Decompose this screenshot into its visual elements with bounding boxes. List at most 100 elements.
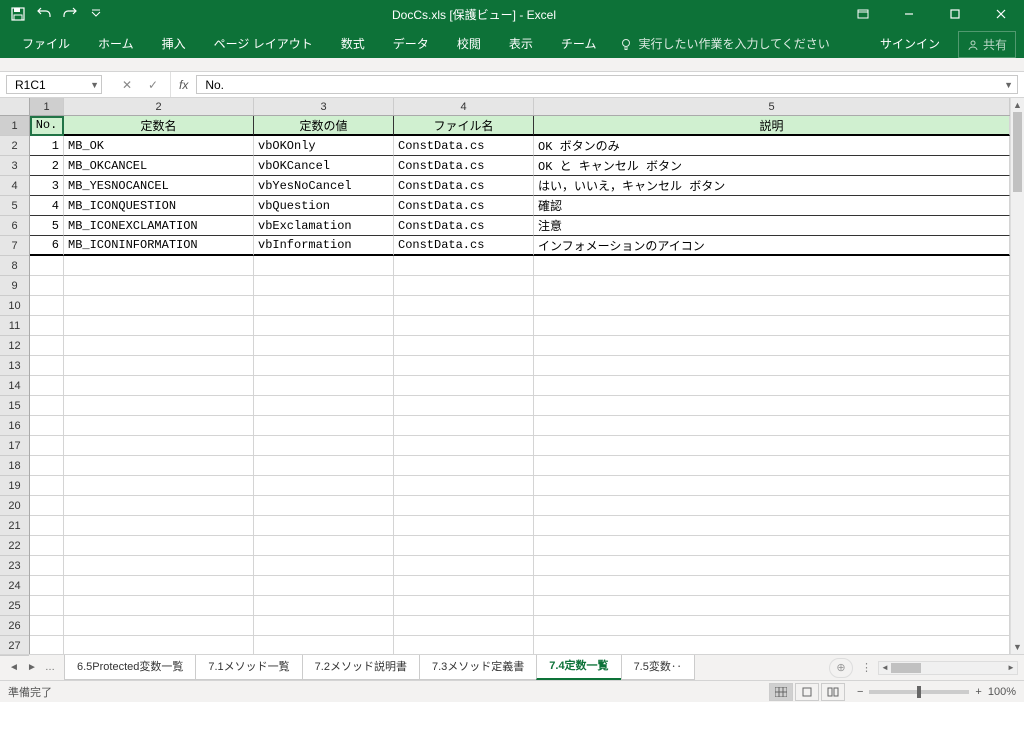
cell[interactable]: OK と キャンセル ボタン <box>534 156 1010 176</box>
ribbon-tab[interactable]: 表示 <box>495 29 547 58</box>
cell[interactable] <box>534 536 1010 556</box>
cell[interactable] <box>64 576 254 596</box>
cell[interactable] <box>254 356 394 376</box>
cell[interactable] <box>64 596 254 616</box>
cell[interactable] <box>254 596 394 616</box>
cell[interactable] <box>534 476 1010 496</box>
cell[interactable]: 5 <box>30 216 64 236</box>
cell[interactable] <box>64 616 254 636</box>
table-header-cell[interactable]: 定数名 <box>64 116 254 136</box>
cell[interactable] <box>64 436 254 456</box>
row-header[interactable]: 13 <box>0 356 29 376</box>
close-button[interactable] <box>978 0 1024 28</box>
row-header[interactable]: 19 <box>0 476 29 496</box>
cell[interactable] <box>394 296 534 316</box>
cell[interactable] <box>64 316 254 336</box>
cell[interactable] <box>254 576 394 596</box>
cell[interactable] <box>30 576 64 596</box>
cell[interactable]: MB_ICONQUESTION <box>64 196 254 216</box>
minimize-button[interactable] <box>886 0 932 28</box>
cell[interactable] <box>254 476 394 496</box>
row-header[interactable]: 21 <box>0 516 29 536</box>
cell[interactable] <box>394 536 534 556</box>
cell[interactable] <box>534 256 1010 276</box>
cell[interactable] <box>394 516 534 536</box>
cell-grid[interactable]: No.定数名定数の値ファイル名説明1MB_OKvbOKOnlyConstData… <box>30 116 1010 654</box>
page-layout-view-button[interactable] <box>795 683 819 701</box>
cell[interactable]: MB_YESNOCANCEL <box>64 176 254 196</box>
cell[interactable] <box>394 376 534 396</box>
cell[interactable] <box>254 556 394 576</box>
ribbon-tab[interactable]: データ <box>379 29 443 58</box>
ribbon-display-button[interactable] <box>840 0 886 28</box>
cell[interactable]: ConstData.cs <box>394 136 534 156</box>
row-header[interactable]: 8 <box>0 256 29 276</box>
row-header[interactable]: 14 <box>0 376 29 396</box>
row-header[interactable]: 22 <box>0 536 29 556</box>
row-header[interactable]: 1 <box>0 116 29 136</box>
cell[interactable] <box>534 556 1010 576</box>
maximize-button[interactable] <box>932 0 978 28</box>
cell[interactable] <box>64 336 254 356</box>
qat-customize-button[interactable] <box>84 2 108 26</box>
cell[interactable] <box>534 356 1010 376</box>
row-header[interactable]: 23 <box>0 556 29 576</box>
zoom-out-button[interactable]: − <box>857 686 863 698</box>
cell[interactable] <box>254 616 394 636</box>
cell[interactable] <box>30 356 64 376</box>
cell[interactable] <box>394 356 534 376</box>
cell[interactable] <box>30 636 64 654</box>
cell[interactable] <box>30 316 64 336</box>
row-header[interactable]: 16 <box>0 416 29 436</box>
scroll-down-icon[interactable]: ▼ <box>1011 640 1024 654</box>
cell[interactable] <box>254 636 394 654</box>
cell[interactable]: ConstData.cs <box>394 176 534 196</box>
cell[interactable] <box>30 436 64 456</box>
save-button[interactable] <box>6 2 30 26</box>
sheet-tab[interactable]: 7.2メソッド説明書 <box>302 655 420 680</box>
row-header[interactable]: 27 <box>0 636 29 656</box>
cell[interactable] <box>534 376 1010 396</box>
cell[interactable] <box>30 296 64 316</box>
cell[interactable] <box>64 256 254 276</box>
select-all-corner[interactable] <box>0 98 30 115</box>
cell[interactable] <box>534 396 1010 416</box>
zoom-level[interactable]: 100% <box>988 686 1016 698</box>
vertical-scrollbar[interactable]: ▲ ▼ <box>1010 98 1024 654</box>
cell[interactable] <box>534 416 1010 436</box>
scroll-thumb[interactable] <box>1013 112 1022 192</box>
column-header[interactable]: 5 <box>534 98 1010 115</box>
cell[interactable] <box>30 476 64 496</box>
cell[interactable] <box>394 256 534 276</box>
row-header[interactable]: 9 <box>0 276 29 296</box>
redo-button[interactable] <box>58 2 82 26</box>
cell[interactable] <box>254 376 394 396</box>
cell[interactable] <box>30 536 64 556</box>
cell[interactable] <box>30 556 64 576</box>
cell[interactable] <box>534 616 1010 636</box>
cell[interactable] <box>254 276 394 296</box>
cell[interactable] <box>64 376 254 396</box>
new-sheet-button[interactable]: ⊕ <box>829 658 853 678</box>
cell[interactable]: 4 <box>30 196 64 216</box>
cell[interactable] <box>534 516 1010 536</box>
cell[interactable] <box>254 436 394 456</box>
ribbon-tab[interactable]: 校閲 <box>443 29 495 58</box>
column-header[interactable]: 4 <box>394 98 534 115</box>
signin-link[interactable]: サインイン <box>870 29 950 58</box>
table-header-cell[interactable]: No. <box>30 116 64 136</box>
cell[interactable] <box>394 596 534 616</box>
cell[interactable] <box>30 516 64 536</box>
cell[interactable]: MB_ICONINFORMATION <box>64 236 254 256</box>
zoom-in-button[interactable]: + <box>975 686 981 698</box>
row-header[interactable]: 26 <box>0 616 29 636</box>
cell[interactable]: vbYesNoCancel <box>254 176 394 196</box>
cell[interactable] <box>254 536 394 556</box>
cell[interactable]: 3 <box>30 176 64 196</box>
cell[interactable]: はい，いいえ，キャンセル ボタン <box>534 176 1010 196</box>
cell[interactable] <box>64 396 254 416</box>
cell[interactable]: OK ボタンのみ <box>534 136 1010 156</box>
cell[interactable]: ConstData.cs <box>394 196 534 216</box>
cell[interactable] <box>394 456 534 476</box>
share-button[interactable]: 共有 <box>958 31 1016 58</box>
